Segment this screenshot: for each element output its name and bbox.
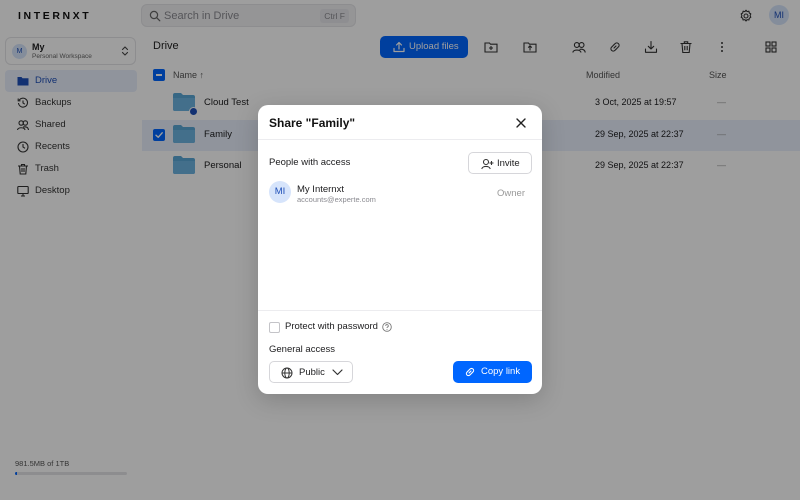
add-user-icon — [481, 158, 494, 170]
protect-password-checkbox[interactable] — [269, 322, 280, 333]
protect-password-label[interactable]: Protect with password — [285, 321, 378, 332]
user-name: My Internxt — [297, 184, 344, 195]
people-with-access-label: People with access — [269, 157, 351, 168]
avatar: MI — [269, 181, 291, 203]
globe-icon — [281, 367, 293, 379]
copy-link-button[interactable]: Copy link — [453, 361, 532, 383]
share-dialog: Share "Family" People with access Invite… — [258, 105, 542, 394]
access-select[interactable]: Public — [269, 361, 353, 383]
access-value: Public — [299, 367, 325, 378]
invite-label: Invite — [497, 158, 520, 169]
copy-link-label: Copy link — [481, 366, 521, 377]
user-email: accounts@experte.com — [297, 195, 376, 204]
divider — [258, 139, 542, 140]
general-access-label: General access — [269, 344, 336, 355]
help-icon[interactable] — [382, 322, 392, 332]
divider — [258, 310, 542, 311]
chevron-down-icon — [332, 369, 343, 376]
user-role: Owner — [497, 188, 525, 199]
close-icon[interactable] — [515, 117, 527, 129]
invite-button[interactable]: Invite — [468, 152, 532, 174]
link-icon — [465, 367, 475, 377]
dialog-title: Share "Family" — [269, 116, 356, 130]
